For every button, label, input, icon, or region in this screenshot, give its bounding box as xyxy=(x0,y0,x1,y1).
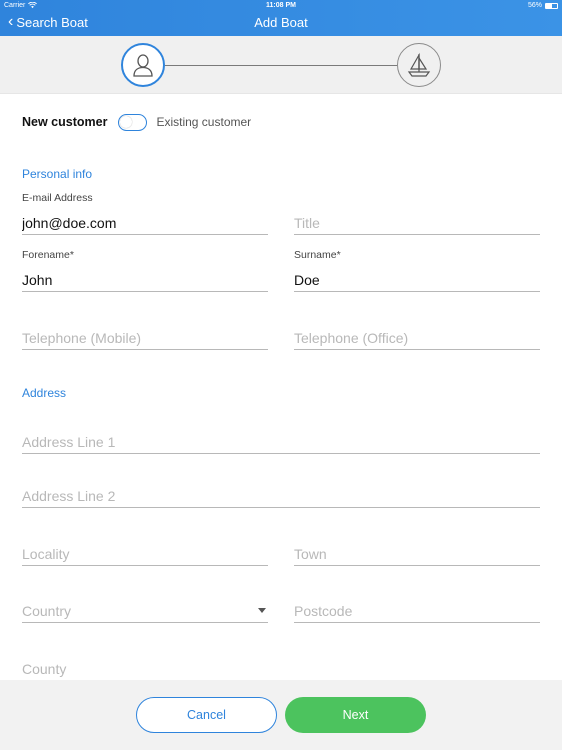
section-address: Address xyxy=(22,386,67,400)
forename-label: Forename* xyxy=(22,249,74,261)
title-field xyxy=(294,211,540,235)
dropdown-arrow-icon xyxy=(258,608,266,613)
locality-input[interactable] xyxy=(22,546,268,562)
customer-type-switch[interactable] xyxy=(118,113,148,131)
county-field xyxy=(22,656,268,680)
email-input[interactable] xyxy=(22,215,268,231)
forename-input[interactable] xyxy=(22,272,268,288)
status-bar: Carrier 11:08 PM 56% xyxy=(0,0,562,12)
new-customer-label[interactable]: New customer xyxy=(22,115,107,129)
cancel-button[interactable]: Cancel xyxy=(136,697,277,733)
person-icon xyxy=(133,54,153,77)
switch-knob xyxy=(120,115,133,128)
address-line-2-field xyxy=(22,484,540,508)
page-title: Add Boat xyxy=(254,15,308,30)
telephone-mobile-input[interactable] xyxy=(22,330,268,346)
status-time: 11:08 PM xyxy=(266,2,296,9)
country-select[interactable] xyxy=(22,599,268,623)
locality-field xyxy=(22,542,268,566)
battery-percent: 56% xyxy=(527,2,542,9)
postcode-input[interactable] xyxy=(294,603,540,619)
country-input[interactable] xyxy=(22,603,268,619)
address-line-1-input[interactable] xyxy=(22,434,540,450)
surname-field: Surname* xyxy=(294,249,540,292)
forename-field: Forename* xyxy=(22,249,268,292)
surname-label: Surname* xyxy=(294,249,341,261)
telephone-office-field xyxy=(294,326,540,350)
title-input[interactable] xyxy=(294,215,540,231)
battery-fill xyxy=(546,3,553,8)
battery-group: 56% xyxy=(528,2,558,9)
customer-type-toggle-row: New customer Existing customer xyxy=(22,112,251,132)
address-line-2-input[interactable] xyxy=(22,488,540,504)
footer-actions: Cancel Next xyxy=(0,680,562,750)
battery-icon xyxy=(545,2,558,9)
progress-stepper xyxy=(0,36,562,94)
section-personal-info: Personal info xyxy=(22,167,93,181)
navigation-bar: ‹ Search Boat Add Boat xyxy=(0,12,562,36)
town-input[interactable] xyxy=(294,546,540,562)
email-field: E-mail Address xyxy=(22,192,268,235)
step-boat[interactable] xyxy=(397,43,441,87)
telephone-mobile-field xyxy=(22,326,268,350)
step-customer[interactable] xyxy=(121,43,165,87)
town-field xyxy=(294,542,540,566)
stepper-connector xyxy=(165,65,397,66)
county-input[interactable] xyxy=(22,661,268,677)
sailboat-icon xyxy=(407,52,431,77)
telephone-office-input[interactable] xyxy=(294,330,540,346)
top-bar: Carrier 11:08 PM 56% ‹ Search Boat Add B… xyxy=(0,0,562,36)
postcode-field xyxy=(294,599,540,623)
email-label: E-mail Address xyxy=(22,192,93,204)
next-button[interactable]: Next xyxy=(285,697,426,733)
surname-input[interactable] xyxy=(294,272,540,288)
existing-customer-label[interactable]: Existing customer xyxy=(156,115,251,129)
address-line-1-field xyxy=(22,430,540,454)
